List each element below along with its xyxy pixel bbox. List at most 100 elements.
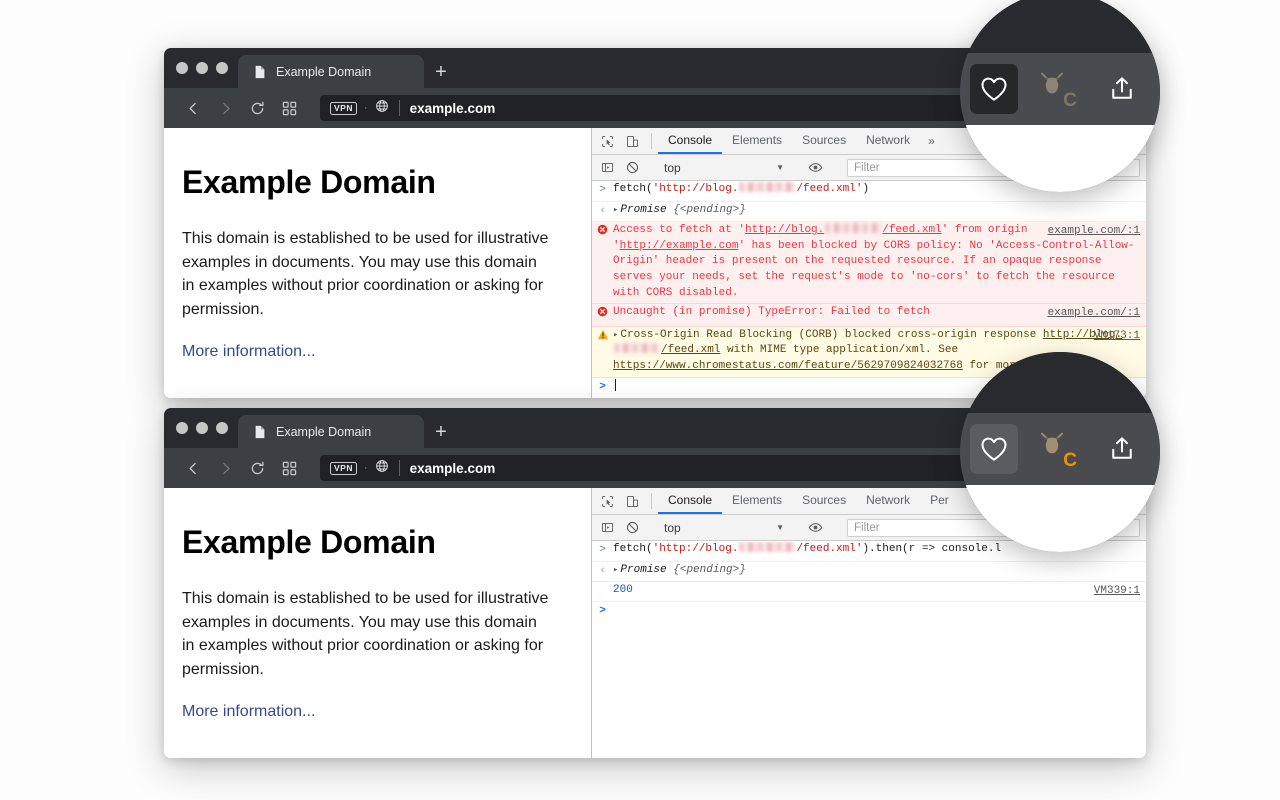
window-controls xyxy=(174,48,238,88)
redacted-domain xyxy=(739,182,796,192)
page-title: Example Domain xyxy=(182,164,436,200)
close-window-button[interactable] xyxy=(176,422,188,434)
inspect-element-icon[interactable] xyxy=(595,128,620,154)
live-expression-eye-icon[interactable] xyxy=(803,160,828,175)
console-prompt-chevron: > xyxy=(599,380,606,393)
globe-icon xyxy=(375,459,389,478)
live-expression-eye-icon[interactable] xyxy=(803,520,828,535)
devtools-tab-network[interactable]: Network xyxy=(856,128,920,154)
devtools-tab-network[interactable]: Network xyxy=(856,488,920,514)
inspect-element-icon[interactable] xyxy=(595,488,620,514)
devtools-tab-sources[interactable]: Sources xyxy=(792,128,856,154)
new-tab-button[interactable]: + xyxy=(424,55,458,88)
execution-context-value: top xyxy=(664,160,681,175)
favorite-heart-icon[interactable] xyxy=(970,64,1018,114)
console-filter-placeholder: Filter xyxy=(854,521,880,534)
warning-source-link[interactable]: VM173:1 xyxy=(1094,329,1140,345)
close-window-button[interactable] xyxy=(176,62,188,74)
error-link-feed-path[interactable]: /feed.xml xyxy=(882,224,941,236)
minimize-window-button[interactable] xyxy=(196,422,208,434)
minimize-window-button[interactable] xyxy=(196,62,208,74)
page-paragraph: This domain is established to be used fo… xyxy=(182,230,549,318)
console-sidebar-icon[interactable] xyxy=(595,161,620,174)
bug-extension-icon[interactable]: C xyxy=(1034,424,1082,474)
page-content: Example Domain This domain is establishe… xyxy=(164,488,592,758)
device-toolbar-icon[interactable] xyxy=(620,128,645,154)
bug-extension-icon[interactable]: C xyxy=(1034,64,1082,114)
devtools-tab-elements[interactable]: Elements xyxy=(722,128,792,154)
promise-state: {<pending>} xyxy=(673,563,746,576)
execution-context-select[interactable]: top ▼ xyxy=(658,521,790,535)
log-source-link[interactable]: VM339:1 xyxy=(1094,584,1140,600)
console-sidebar-icon[interactable] xyxy=(595,521,620,534)
back-button[interactable] xyxy=(178,93,208,123)
console-gutter-empty xyxy=(592,583,613,584)
back-button[interactable] xyxy=(178,453,208,483)
favorite-heart-icon[interactable] xyxy=(970,424,1018,474)
globe-icon xyxy=(375,99,389,118)
forward-button[interactable] xyxy=(210,453,240,483)
share-upload-icon[interactable] xyxy=(1098,64,1146,114)
omnibox-separator-dot: · xyxy=(363,101,368,114)
redacted-domain xyxy=(825,223,882,234)
code-url-close: /feed.xml' xyxy=(796,543,863,555)
error-source-link[interactable]: example.com/:1 xyxy=(1048,224,1140,240)
devtools-tab-console[interactable]: Console xyxy=(658,488,723,514)
more-information-link[interactable]: More information... xyxy=(182,343,315,360)
console-entry-result[interactable]: ‹ ▸ Promise {<pending>} xyxy=(592,561,1146,583)
devtools-tab-performance[interactable]: Per xyxy=(920,488,959,514)
url-text: example.com xyxy=(409,100,496,116)
console-entry-error-typeerror[interactable]: Uncaught (in promise) TypeError: Failed … xyxy=(592,304,1146,327)
execution-context-select[interactable]: top ▼ xyxy=(658,161,790,175)
error-source-link[interactable]: example.com/:1 xyxy=(1048,306,1140,322)
console-entry-error-cors[interactable]: Access to fetch at 'http://blog. /feed.xm… xyxy=(592,222,1146,305)
more-tabs-chevron-icon[interactable]: » xyxy=(920,128,943,154)
clear-console-icon[interactable] xyxy=(620,521,645,534)
reload-button[interactable] xyxy=(242,93,272,123)
console-filter-placeholder: Filter xyxy=(854,161,880,174)
magnified-toolbar-active: C xyxy=(960,352,1160,552)
expand-triangle-icon[interactable]: ▸ xyxy=(613,205,618,215)
magnifier-content: C xyxy=(960,0,1160,192)
reload-button[interactable] xyxy=(242,453,272,483)
error-link-origin[interactable]: http://example.com xyxy=(620,240,739,252)
console-entry-prompt[interactable]: > xyxy=(592,601,1146,622)
url-text: example.com xyxy=(409,460,496,476)
console-entry-log[interactable]: 200 VM339:1 xyxy=(592,582,1146,602)
forward-button[interactable] xyxy=(210,93,240,123)
code-url-open: 'http://blog. xyxy=(652,543,739,555)
code-fetch-call: fetch( xyxy=(613,183,653,195)
share-upload-icon[interactable] xyxy=(1098,424,1146,474)
text-cursor xyxy=(615,378,616,391)
magnifier-tabstrip-area xyxy=(960,0,1160,53)
error-link-blog-url[interactable]: http://blog. xyxy=(745,224,824,236)
execution-context-value: top xyxy=(664,520,681,535)
warning-link-chromestatus[interactable]: https://www.chromestatus.com/feature/562… xyxy=(613,360,963,372)
expand-triangle-icon[interactable]: ▸ xyxy=(613,330,618,340)
console-output: > fetch('http://blog./feed.xml').then(r … xyxy=(592,541,1146,758)
omnibox-separator-dot: · xyxy=(363,461,368,474)
expand-triangle-icon[interactable]: ▸ xyxy=(613,565,618,575)
console-entry-result[interactable]: ‹ ▸ Promise {<pending>} xyxy=(592,201,1146,223)
warning-link-feed-path[interactable]: /feed.xml xyxy=(661,344,720,356)
bug-badge-letter: C xyxy=(1063,450,1077,471)
chevron-down-icon: ▼ xyxy=(776,523,784,532)
apps-grid-button[interactable] xyxy=(274,93,304,123)
maximize-window-button[interactable] xyxy=(216,422,228,434)
browser-tab[interactable]: Example Domain xyxy=(238,415,424,448)
devtools-tab-sources[interactable]: Sources xyxy=(792,488,856,514)
screenshot-stage: Example Domain + VPN · example.com Examp… xyxy=(0,0,1280,800)
bug-badge-letter: C xyxy=(1063,90,1077,111)
devtools-tab-console[interactable]: Console xyxy=(658,128,723,154)
new-tab-button[interactable]: + xyxy=(424,415,458,448)
page-content: Example Domain This domain is establishe… xyxy=(164,128,592,398)
browser-tab[interactable]: Example Domain xyxy=(238,55,424,88)
maximize-window-button[interactable] xyxy=(216,62,228,74)
devtools-tab-elements[interactable]: Elements xyxy=(722,488,792,514)
console-gutter-input-chevron: > xyxy=(599,544,606,556)
device-toolbar-icon[interactable] xyxy=(620,488,645,514)
apps-grid-button[interactable] xyxy=(274,453,304,483)
more-information-link[interactable]: More information... xyxy=(182,703,315,720)
clear-console-icon[interactable] xyxy=(620,161,645,174)
tab-title: Example Domain xyxy=(276,64,372,79)
